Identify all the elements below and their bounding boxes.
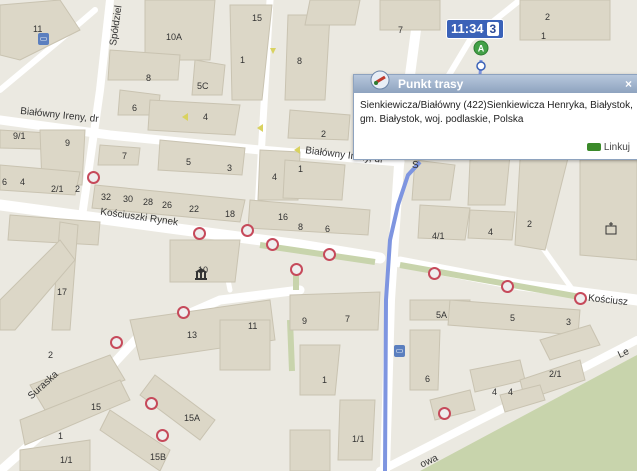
building-number: 9 — [302, 316, 308, 326]
building-number: 2/1 — [51, 184, 64, 194]
building-number: 30 — [123, 194, 134, 204]
building-number: 9/1 — [13, 131, 26, 141]
building-number: 7 — [122, 151, 128, 161]
building-number: 7 — [398, 25, 404, 35]
bus-stop-icon[interactable]: ▭ — [38, 33, 49, 45]
building-number: 5 — [510, 313, 516, 323]
stop-marker[interactable] — [266, 238, 279, 251]
svg-text:A: A — [478, 44, 485, 54]
building-number: 5C — [197, 81, 209, 91]
building-number: 8 — [297, 56, 303, 66]
building-number: 2 — [321, 129, 327, 139]
building-number: 3 — [566, 317, 572, 327]
building-number: 10 — [198, 265, 209, 275]
stop-marker[interactable] — [177, 306, 190, 319]
building-number: 9 — [65, 138, 71, 148]
stop-marker[interactable] — [145, 397, 158, 410]
building-number: 4 — [272, 172, 278, 182]
building-number: 4 — [492, 387, 498, 397]
building-number: 8 — [146, 73, 152, 83]
building-number: 15 — [252, 13, 263, 23]
building-number: 2 — [545, 12, 551, 22]
building-number: 1/1 — [352, 434, 365, 444]
link-label[interactable]: Linkuj — [604, 142, 630, 153]
bus-time: 11:34 — [451, 21, 484, 36]
building-number: 15 — [91, 402, 102, 412]
building-number: 4 — [488, 227, 494, 237]
building-number: 2/1 — [549, 369, 562, 379]
building-number: 6 — [2, 177, 8, 187]
stop-marker[interactable] — [87, 171, 100, 184]
building-number: 28 — [143, 197, 154, 207]
building-number: 4 — [203, 112, 209, 122]
building-number: 1 — [322, 375, 328, 385]
building-number: 15B — [150, 452, 167, 462]
building-number: 2 — [527, 219, 533, 229]
building-number: 4 — [508, 387, 514, 397]
stop-marker[interactable] — [110, 336, 123, 349]
car-icon — [586, 143, 601, 152]
popup-header: Punkt trasy × — [354, 70, 637, 93]
stop-marker[interactable] — [290, 263, 303, 276]
route-point-icon — [370, 70, 390, 90]
stop-marker[interactable] — [428, 267, 441, 280]
building-number: 1 — [240, 55, 246, 65]
street-label-s: S — [412, 160, 419, 171]
building-number: 6 — [325, 224, 331, 234]
building-number: 1 — [541, 31, 547, 41]
building-number: 5A — [436, 310, 448, 320]
stop-marker[interactable] — [323, 248, 336, 261]
building-number: 1/1 — [60, 455, 73, 465]
building-number: 32 — [101, 192, 112, 202]
popup-address: Sienkiewicza/Białówny (422)Sienkiewicza … — [360, 100, 633, 125]
building-number: 16 — [278, 212, 289, 222]
building-number: 2 — [48, 350, 54, 360]
building-number: 4/1 — [432, 231, 445, 241]
building-number: 7 — [345, 314, 351, 324]
building-number: 6 — [132, 103, 138, 113]
building-number: 11 — [33, 24, 43, 34]
building-number: 5 — [186, 157, 192, 167]
stop-marker[interactable] — [574, 292, 587, 305]
bus-line-number: 3 — [486, 22, 500, 36]
building-number: 2 — [75, 184, 81, 194]
building-number: 13 — [187, 330, 198, 340]
building-number: 15A — [184, 413, 201, 423]
close-icon[interactable]: × — [625, 75, 632, 93]
bus-stop-icon[interactable]: ▭ — [394, 345, 405, 357]
link-button[interactable]: Linkuj — [586, 142, 630, 153]
building-number: 18 — [225, 209, 236, 219]
building-number: 26 — [162, 200, 173, 210]
building-number: 3 — [227, 163, 233, 173]
bus-time-badge[interactable]: 11:34 3 — [446, 19, 505, 39]
map-canvas[interactable]: A — [0, 0, 637, 471]
stop-marker[interactable] — [193, 227, 206, 240]
building-number: 4 — [20, 177, 26, 187]
building-number: 22 — [189, 204, 200, 214]
building-number: 8 — [298, 222, 304, 232]
building-number: 10A — [166, 32, 183, 42]
stop-marker[interactable] — [156, 429, 169, 442]
building-number: 17 — [57, 287, 68, 297]
stop-marker[interactable] — [241, 224, 254, 237]
route-point-popup: Punkt trasy × Sienkiewicza/Białówny (422… — [353, 70, 637, 160]
building-number: 6 — [425, 374, 431, 384]
stop-marker[interactable] — [501, 280, 514, 293]
building-number: 1 — [298, 164, 304, 174]
building-number: 1 — [58, 431, 64, 441]
popup-title: Punkt trasy — [398, 77, 464, 91]
stop-marker[interactable] — [438, 407, 451, 420]
building-number: 11 — [248, 321, 258, 331]
